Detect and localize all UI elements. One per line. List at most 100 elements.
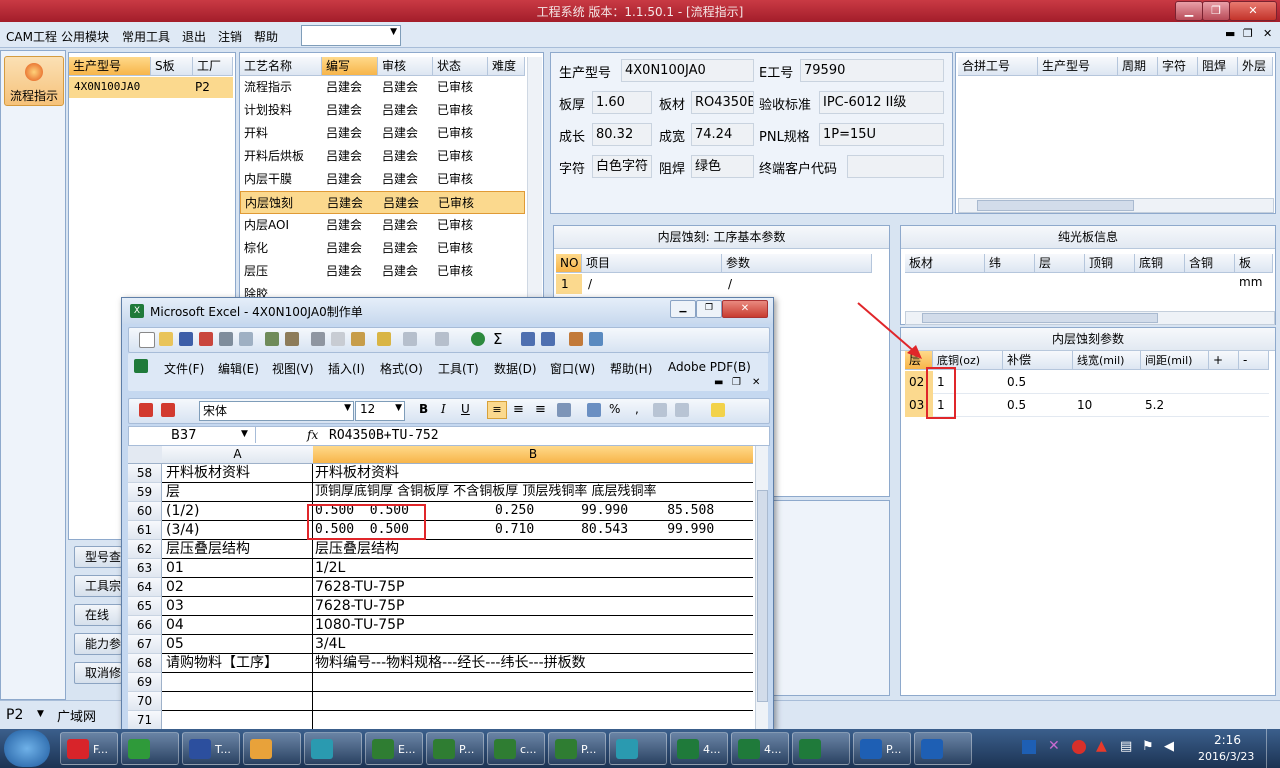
- col-spacing[interactable]: 间距(mil): [1141, 351, 1209, 370]
- doc-min-icon[interactable]: ▬: [714, 377, 723, 388]
- cell-b[interactable]: 3/4L: [313, 635, 753, 654]
- col-board[interactable]: 板材: [905, 254, 985, 273]
- currency-icon[interactable]: [587, 403, 601, 417]
- close-button[interactable]: ✕: [1229, 1, 1277, 21]
- decrease-decimal-icon[interactable]: [675, 403, 689, 417]
- excel-menu-format[interactable]: 格式(O): [380, 360, 423, 377]
- increase-decimal-icon[interactable]: [653, 403, 667, 417]
- row-header[interactable]: 69: [128, 673, 162, 692]
- chart-wizard-icon[interactable]: [569, 332, 583, 346]
- col-board-mm[interactable]: 板mm: [1235, 254, 1273, 289]
- mdi-close-icon[interactable]: ✕: [1263, 27, 1272, 40]
- percent-icon[interactable]: %: [609, 402, 620, 416]
- online-button[interactable]: 在线: [74, 604, 122, 626]
- mdi-min-icon[interactable]: ▬: [1225, 27, 1235, 40]
- print-preview-icon[interactable]: [239, 332, 253, 346]
- cell-a[interactable]: [162, 673, 313, 692]
- excel-menu-help[interactable]: 帮助(H): [610, 360, 652, 377]
- cell-a[interactable]: 层: [162, 483, 313, 502]
- mdi-restore-icon[interactable]: ❐: [1243, 27, 1253, 40]
- cell-a[interactable]: 02: [162, 578, 313, 597]
- row-header[interactable]: 68: [128, 654, 162, 673]
- menu-common-tools[interactable]: 常用工具: [122, 28, 170, 45]
- align-center-icon[interactable]: ≡: [513, 402, 524, 417]
- table-row[interactable]: 内层干膜 吕建会 吕建会 已审核: [240, 168, 525, 191]
- autosum-icon[interactable]: Σ: [493, 330, 502, 348]
- cell-b[interactable]: 7628-TU-75P: [313, 578, 753, 597]
- font-size-select[interactable]: 12 ▼: [355, 401, 405, 421]
- merge-hscrollbar[interactable]: [958, 198, 1274, 213]
- font-name-select[interactable]: 宋体 ▼: [199, 401, 354, 421]
- sheet-vscrollbar[interactable]: [755, 446, 768, 730]
- minimize-button[interactable]: ▁: [1175, 1, 1203, 21]
- table-row[interactable]: 计划投料 吕建会 吕建会 已审核: [240, 99, 525, 122]
- cell-b[interactable]: 物料编号---物料规格---经长---纬长---拼板数: [313, 654, 753, 673]
- add-row-button[interactable]: +: [1209, 351, 1239, 370]
- menubar-combo[interactable]: ▼: [301, 25, 401, 46]
- col-model[interactable]: 生产型号: [69, 57, 151, 76]
- row-header[interactable]: 66: [128, 616, 162, 635]
- sort-asc-icon[interactable]: [521, 332, 535, 346]
- hyperlink-icon[interactable]: [471, 332, 485, 346]
- merge-center-icon[interactable]: [557, 403, 571, 417]
- row-header[interactable]: 67: [128, 635, 162, 654]
- save-icon[interactable]: [179, 332, 193, 346]
- row-header[interactable]: 70: [128, 692, 162, 711]
- taskbar-item[interactable]: 4...: [670, 732, 728, 765]
- cell-a[interactable]: [162, 692, 313, 711]
- cell-a[interactable]: 层压叠层结构: [162, 540, 313, 559]
- col-reviewer[interactable]: 审核: [378, 57, 433, 76]
- excel-maximize-button[interactable]: ❐: [696, 300, 722, 318]
- print-icon[interactable]: [219, 332, 233, 346]
- taskbar-item[interactable]: [609, 732, 667, 765]
- maximize-button[interactable]: ❐: [1202, 1, 1230, 21]
- drawing-icon[interactable]: [589, 332, 603, 346]
- new-icon[interactable]: [139, 332, 155, 348]
- col-factory[interactable]: 工厂: [193, 57, 233, 76]
- col-difficulty[interactable]: 难度: [488, 57, 525, 76]
- col-line-width[interactable]: 线宽(mil): [1073, 351, 1141, 370]
- bare-board-hscrollbar[interactable]: [905, 311, 1275, 325]
- flow-indicator-button[interactable]: 流程指示: [4, 56, 64, 106]
- table-row[interactable]: 4X0N100JA0 P2: [69, 77, 233, 98]
- select-all-corner[interactable]: [128, 446, 163, 464]
- underline-icon[interactable]: U: [461, 402, 470, 416]
- open-icon[interactable]: [159, 332, 173, 346]
- permission-icon[interactable]: [199, 332, 213, 346]
- taskbar-item[interactable]: T...: [182, 732, 240, 765]
- row-header[interactable]: 65: [128, 597, 162, 616]
- row-header[interactable]: 60: [128, 502, 162, 521]
- cell-a[interactable]: 请购物料【工序】: [162, 654, 313, 673]
- tray-volume-icon[interactable]: ◀: [1164, 739, 1174, 754]
- row-header[interactable]: 58: [128, 464, 162, 483]
- cell-a[interactable]: 开料板材资料: [162, 464, 313, 483]
- col-weft[interactable]: 纬: [985, 254, 1035, 273]
- excel-minimize-button[interactable]: ▁: [670, 300, 696, 318]
- spelling-icon[interactable]: [265, 332, 279, 346]
- row-header[interactable]: 63: [128, 559, 162, 578]
- taskbar-item[interactable]: [914, 732, 972, 765]
- table-row[interactable]: 开料后烘板 吕建会 吕建会 已审核: [240, 145, 525, 168]
- tray-antivirus-icon[interactable]: [1072, 740, 1086, 754]
- undo-icon[interactable]: [403, 332, 417, 346]
- doc-restore-icon[interactable]: ❐: [732, 377, 741, 388]
- taskbar-item[interactable]: P...: [853, 732, 911, 765]
- tray-network-icon[interactable]: ▤: [1120, 739, 1132, 754]
- excel-menu-data[interactable]: 数据(D): [494, 360, 537, 377]
- col-item[interactable]: 项目: [582, 254, 722, 273]
- taskbar-item[interactable]: 4...: [731, 732, 789, 765]
- table-row[interactable]: 02 1 0.5: [905, 371, 1269, 394]
- table-row[interactable]: 1 / /: [556, 274, 872, 294]
- model-query-button[interactable]: 型号查: [74, 546, 122, 568]
- pdf-icon[interactable]: [139, 403, 153, 417]
- start-button[interactable]: [4, 730, 50, 767]
- paste-icon[interactable]: [351, 332, 365, 346]
- table-row[interactable]: 棕化 吕建会 吕建会 已审核: [240, 237, 525, 260]
- cell-b[interactable]: 1080-TU-75P: [313, 616, 753, 635]
- excel-sheet[interactable]: A B 58 开料板材资料 开料板材资料 59 层顶铜厚底铜厚 含铜板厚 不含铜板厚 顶…: [128, 446, 768, 730]
- cell-a[interactable]: [162, 711, 313, 730]
- taskbar-item[interactable]: [121, 732, 179, 765]
- sort-desc-icon[interactable]: [541, 332, 555, 346]
- col-layer[interactable]: 层: [1035, 254, 1085, 273]
- table-row[interactable]: 开料 吕建会 吕建会 已审核: [240, 122, 525, 145]
